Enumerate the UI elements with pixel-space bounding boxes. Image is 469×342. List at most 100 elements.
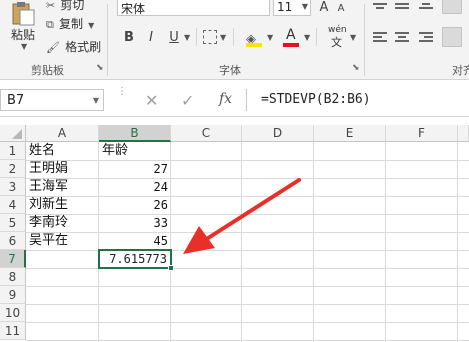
row-header-9[interactable]: 9	[0, 286, 26, 304]
align-right-button[interactable]	[418, 30, 434, 44]
row-header-8[interactable]: 8	[0, 268, 26, 286]
cell-a3[interactable]: 王海军	[29, 178, 68, 196]
paintbrush-icon: 🖌	[46, 41, 60, 54]
copy-button[interactable]: ⧉ 复制 ▼	[46, 13, 95, 31]
underline-button[interactable]: U	[166, 28, 182, 46]
font-group-label: 字体	[219, 64, 241, 77]
select-all-corner[interactable]	[0, 125, 26, 142]
red-arrow-annotation	[183, 178, 301, 254]
row-header-1[interactable]: 1	[0, 142, 26, 160]
font-size-select[interactable]: 11 ▼	[273, 0, 311, 16]
align-left-icon	[373, 32, 387, 42]
cancel-icon[interactable]: ✕	[145, 91, 158, 110]
increase-font-button[interactable]: A	[316, 0, 332, 16]
column-header-e[interactable]: E	[314, 125, 386, 142]
cell-a6[interactable]: 吴平在	[29, 232, 68, 250]
paste-label: 粘贴	[11, 28, 36, 42]
name-box[interactable]: B7 ▼	[0, 89, 104, 111]
more-dots-icon: ⋮	[117, 86, 127, 97]
dialog-launcher-icon[interactable]: ⬊	[352, 63, 360, 73]
italic-button[interactable]: I	[143, 28, 159, 46]
cell-a5[interactable]: 李南玲	[29, 214, 68, 232]
font-size-value: 11	[277, 0, 293, 14]
chevron-down-icon: ▼	[92, 96, 99, 105]
cell-b2[interactable]: 27	[99, 160, 168, 178]
cut-button[interactable]: ✂ 剪切	[46, 0, 84, 12]
top-align-icon	[373, 3, 387, 9]
formula-text: =STDEVP(B2:B6)	[261, 92, 371, 107]
ribbon: 粘贴 ▼ ✂ 剪切 ⧉ 复制 ▼ 🖌 格式刷 剪贴板 ⬊ 宋体 11 ▼ A A…	[0, 0, 469, 80]
phonetic-button[interactable]: wén 文	[328, 25, 348, 49]
divider	[233, 28, 234, 46]
borders-button[interactable]	[203, 30, 217, 44]
align-center-button[interactable]	[394, 30, 410, 44]
column-header-b[interactable]: B	[99, 125, 171, 142]
row-header-2[interactable]: 2	[0, 160, 26, 178]
dialog-launcher-icon[interactable]: ⬊	[96, 63, 104, 73]
column-header-f[interactable]: F	[386, 125, 458, 142]
decrease-font-button[interactable]: A	[334, 0, 348, 16]
row-header-11[interactable]: 11	[0, 322, 26, 340]
paste-button[interactable]: 粘贴 ▼	[6, 2, 40, 56]
chevron-down-icon[interactable]: ▼	[184, 33, 190, 42]
underline-label: U	[169, 29, 179, 45]
cell-a2[interactable]: 王明娟	[29, 160, 68, 178]
phonetic-icon: 文	[331, 36, 342, 49]
row-header-5[interactable]: 5	[0, 214, 26, 232]
bottom-align-button[interactable]	[418, 0, 434, 10]
cell-b5[interactable]: 33	[99, 214, 168, 232]
chevron-down-icon: ▼	[88, 21, 95, 30]
fill-color-button[interactable]: ◈	[246, 28, 264, 48]
row-header-3[interactable]: 3	[0, 178, 26, 196]
enter-icon[interactable]: ✓	[181, 91, 194, 110]
cell-b1[interactable]: 年龄	[102, 142, 128, 160]
chevron-down-icon[interactable]: ▼	[267, 33, 273, 42]
chevron-down-icon[interactable]: ▼	[220, 33, 226, 42]
column-header-c[interactable]: C	[171, 125, 242, 142]
format-painter-button[interactable]: 🖌 格式刷	[46, 36, 102, 54]
cell-b3[interactable]: 24	[99, 178, 168, 196]
cell-a4[interactable]: 刘新生	[29, 196, 68, 214]
row-header-10[interactable]: 10	[0, 304, 26, 322]
cell-b6[interactable]: 45	[99, 232, 168, 250]
row-header-4[interactable]: 4	[0, 196, 26, 214]
fill-handle[interactable]	[168, 265, 174, 271]
formula-input[interactable]: =STDEVP(B2:B6)	[246, 89, 469, 111]
row-header-6[interactable]: 6	[0, 232, 26, 250]
chevron-down-icon[interactable]: ▼	[304, 33, 310, 42]
divider	[196, 28, 197, 46]
wrap-text-button[interactable]	[442, 0, 462, 14]
row-header-7[interactable]: 7	[0, 250, 26, 268]
selected-cell-b7[interactable]: 7.615773	[98, 249, 172, 269]
bold-button[interactable]: B	[121, 28, 137, 46]
middle-align-button[interactable]	[394, 0, 410, 10]
middle-align-icon	[395, 3, 409, 9]
bold-label: B	[124, 29, 134, 45]
chevron-down-icon: ▼	[301, 2, 308, 11]
column-header-a[interactable]: A	[26, 125, 99, 142]
italic-label: I	[149, 29, 153, 45]
column-header-d[interactable]: D	[242, 125, 314, 142]
font-color-button[interactable]: A	[283, 27, 301, 48]
format-painter-label: 格式刷	[65, 40, 102, 54]
divider	[316, 28, 317, 46]
alignment-group-label: 对齐	[452, 64, 469, 77]
align-center-icon	[395, 32, 409, 42]
top-align-button[interactable]	[372, 0, 388, 10]
formula-bar: B7 ▼ ⋮ ✕ ✓ fx =STDEVP(B2:B6)	[0, 81, 469, 117]
align-left-button[interactable]	[372, 30, 388, 44]
cell-b4[interactable]: 26	[99, 196, 168, 214]
cell-a1[interactable]: 姓名	[29, 142, 55, 160]
merge-center-button[interactable]	[442, 27, 462, 47]
copy-icon: ⧉	[46, 18, 54, 31]
group-divider	[364, 4, 365, 76]
bottom-align-icon	[419, 3, 433, 9]
insert-function-icon[interactable]: fx	[219, 91, 232, 107]
name-box-value: B7	[7, 93, 25, 108]
column-header-empty	[458, 125, 469, 142]
font-name-value: 宋体	[121, 2, 146, 16]
font-name-select[interactable]: 宋体	[117, 0, 270, 16]
cell-b7-value: 7.615773	[109, 252, 167, 266]
font-color-swatch	[283, 43, 299, 47]
chevron-down-icon[interactable]: ▼	[350, 33, 356, 42]
